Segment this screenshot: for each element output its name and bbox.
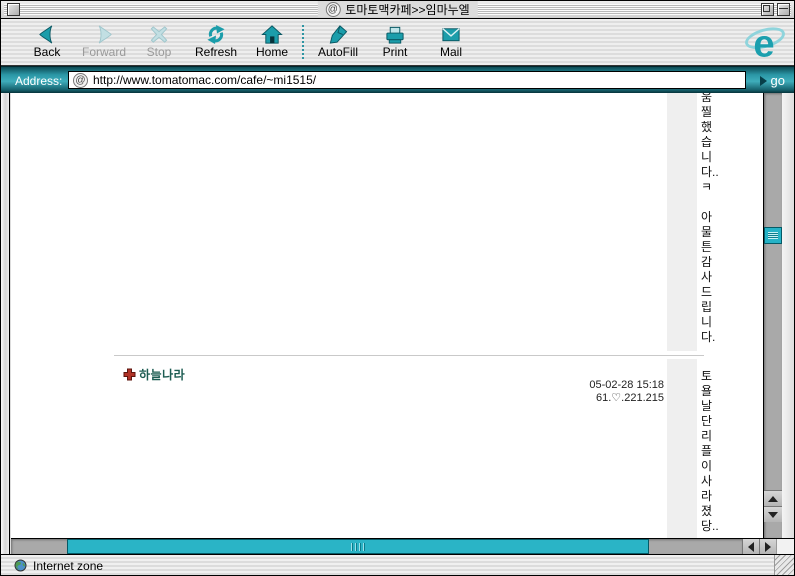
back-label: Back <box>17 45 77 59</box>
horizontal-scroll-thumb[interactable] <box>67 539 649 554</box>
author-name: 하늘나라 <box>139 366 185 383</box>
right-arrow-icon <box>765 542 771 552</box>
down-arrow-icon <box>768 512 778 518</box>
scroll-up-button[interactable] <box>764 490 782 506</box>
window-frame-right <box>782 93 795 538</box>
toolbar: Back Forward Stop Refresh <box>1 19 794 66</box>
refresh-icon <box>205 24 227 45</box>
red-cross-icon <box>123 368 136 381</box>
print-icon <box>384 24 406 45</box>
forward-label: Forward <box>74 45 134 59</box>
close-box-icon[interactable] <box>7 3 20 16</box>
autofill-button[interactable]: AutoFill <box>308 24 368 62</box>
scroll-down-button[interactable] <box>764 506 782 522</box>
mail-icon <box>440 24 462 45</box>
comment-column-top: 움 찔 했 습 니 다.. ㅋ 아 물 튼 감 사 드 립 니 다. <box>701 93 721 345</box>
url-at-icon: @ <box>73 73 88 88</box>
browser-window: @ 토마토맥카페>>임마누엘 Back Forward Stop <box>0 0 795 576</box>
zoom-box-icon[interactable] <box>761 3 774 16</box>
stop-button: Stop <box>129 24 189 62</box>
horizontal-scrollbar[interactable] <box>11 538 795 554</box>
go-arrow-icon <box>760 76 767 86</box>
status-zone-text: Internet zone <box>33 559 103 573</box>
forward-arrow-icon <box>93 24 115 45</box>
autofill-pen-icon <box>327 24 349 45</box>
address-bar: Address: @ go <box>1 66 794 93</box>
post-divider <box>114 355 704 356</box>
window-title: 토마토맥카페>>임마누엘 <box>345 1 469 18</box>
print-button[interactable]: Print <box>365 24 425 62</box>
site-at-icon: @ <box>325 2 340 17</box>
mail-label: Mail <box>421 45 481 59</box>
horizontal-scroll-track[interactable] <box>11 539 742 554</box>
toolbar-separator <box>302 25 304 59</box>
post-author[interactable]: 하늘나라 <box>123 366 185 383</box>
vertical-scrollbar[interactable] <box>763 93 782 538</box>
post-cell-shade-top <box>667 93 697 351</box>
print-label: Print <box>365 45 425 59</box>
post-meta: 05-02-28 15:18 61.♡.221.215 <box>451 379 664 405</box>
home-icon <box>261 24 283 45</box>
scroll-left-button[interactable] <box>742 539 759 554</box>
resize-grip[interactable] <box>774 555 794 575</box>
back-button[interactable]: Back <box>17 24 77 62</box>
comment-column-bottom: 토 욜 날 단 리 플 이 사 라 졌 당.. <box>701 369 721 534</box>
left-arrow-icon <box>748 542 754 552</box>
address-input[interactable] <box>93 73 741 87</box>
stop-label: Stop <box>129 45 189 59</box>
forward-button: Forward <box>74 24 134 62</box>
home-button[interactable]: Home <box>242 24 302 62</box>
vertical-scroll-thumb[interactable] <box>764 227 782 244</box>
svg-text:e: e <box>753 22 774 64</box>
mail-button[interactable]: Mail <box>421 24 481 62</box>
post-cell-shade-bottom <box>667 359 697 538</box>
status-bar: Internet zone <box>1 554 794 575</box>
window-frame-left <box>1 93 10 554</box>
home-label: Home <box>242 45 302 59</box>
post-date: 05-02-28 15:18 <box>451 379 664 392</box>
address-field-wrap: @ <box>68 71 746 89</box>
scroll-right-button[interactable] <box>759 539 776 554</box>
stop-x-icon <box>148 24 170 45</box>
collapse-box-icon[interactable] <box>777 3 790 16</box>
refresh-button[interactable]: Refresh <box>186 24 246 62</box>
go-label: go <box>771 73 785 88</box>
scrollbar-corner <box>776 539 795 554</box>
autofill-label: AutoFill <box>308 45 368 59</box>
up-arrow-icon <box>768 496 778 502</box>
post-ip: 61.♡.221.215 <box>451 392 664 405</box>
globe-icon <box>14 559 27 572</box>
go-button[interactable]: go <box>760 73 785 88</box>
title-bar[interactable]: @ 토마토맥카페>>임마누엘 <box>1 1 794 19</box>
back-arrow-icon <box>36 24 58 45</box>
refresh-label: Refresh <box>186 45 246 59</box>
ie-logo-icon: e <box>743 22 787 64</box>
page-viewport: 움 찔 했 습 니 다.. ㅋ 아 물 튼 감 사 드 립 니 다. 하늘나라 … <box>11 93 763 538</box>
window-title-wrap: @ 토마토맥카페>>임마누엘 <box>317 1 477 17</box>
address-label: Address: <box>15 74 62 88</box>
